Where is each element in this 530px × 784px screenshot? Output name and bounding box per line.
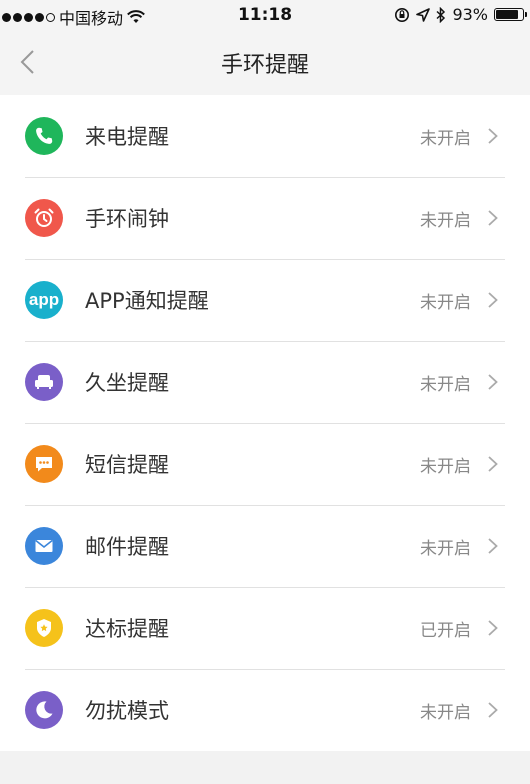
list-item[interactable]: 短信提醒 未开启 [0, 423, 530, 505]
list-item[interactable]: 来电提醒 未开启 [0, 95, 530, 177]
back-chevron-icon[interactable] [16, 48, 40, 76]
chevron-right-icon [488, 128, 498, 144]
chevron-right-icon [488, 456, 498, 472]
bluetooth-icon [436, 6, 446, 23]
badge-icon [25, 609, 63, 647]
item-status: 已开启 [420, 620, 471, 641]
reminder-list: 来电提醒 未开启 手环闹钟 未开启 app APP通知提醒 未开启 久坐提醒 未开启 短信提醒 未开… [0, 95, 530, 751]
item-label: 短信提醒 [85, 453, 169, 477]
item-label: 手环闹钟 [85, 207, 169, 231]
item-status: 未开启 [420, 538, 471, 559]
chevron-right-icon [488, 538, 498, 554]
phone-icon [25, 117, 63, 155]
chevron-right-icon [488, 374, 498, 390]
chevron-right-icon [488, 292, 498, 308]
item-label: 勿扰模式 [85, 699, 169, 723]
sofa-icon [25, 363, 63, 401]
battery-percent: 93% [452, 5, 488, 24]
item-status: 未开启 [420, 456, 471, 477]
chevron-right-icon [488, 620, 498, 636]
list-item[interactable]: 达标提醒 已开启 [0, 587, 530, 669]
list-item[interactable]: 久坐提醒 未开启 [0, 341, 530, 423]
moon-icon [25, 691, 63, 729]
list-item[interactable]: app APP通知提醒 未开启 [0, 259, 530, 341]
list-item[interactable]: 邮件提醒 未开启 [0, 505, 530, 587]
rotation-lock-icon [395, 7, 410, 22]
item-status: 未开启 [420, 210, 471, 231]
alarm-clock-icon [25, 199, 63, 237]
item-label: 达标提醒 [85, 617, 169, 641]
status-bar: 中国移动 11:18 93% [0, 0, 530, 30]
battery-icon [494, 8, 527, 21]
list-item[interactable]: 手环闹钟 未开启 [0, 177, 530, 259]
chevron-right-icon [488, 702, 498, 718]
item-status: 未开启 [420, 292, 471, 313]
app-icon: app [25, 281, 63, 319]
item-label: 邮件提醒 [85, 535, 169, 559]
item-status: 未开启 [420, 374, 471, 395]
message-icon [25, 445, 63, 483]
item-label: APP通知提醒 [85, 289, 209, 313]
item-label: 来电提醒 [85, 125, 169, 149]
mail-icon [25, 527, 63, 565]
status-icons: 93% [394, 5, 527, 24]
item-status: 未开启 [420, 702, 471, 723]
list-item[interactable]: 勿扰模式 未开启 [0, 669, 530, 751]
item-label: 久坐提醒 [85, 371, 169, 395]
item-status: 未开启 [420, 128, 471, 149]
location-icon [416, 7, 431, 22]
page-title: 手环提醒 [220, 52, 309, 78]
nav-bar: 手环提醒 [0, 30, 530, 95]
chevron-right-icon [488, 210, 498, 226]
